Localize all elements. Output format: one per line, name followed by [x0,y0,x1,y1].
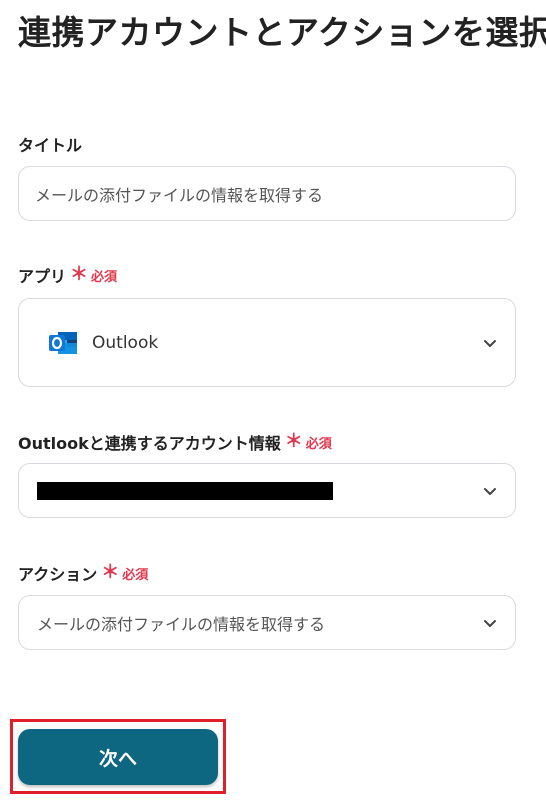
title-input-container[interactable] [18,166,516,221]
action-select[interactable]: メールの添付ファイルの情報を取得する [18,595,516,650]
chevron-down-icon[interactable] [483,616,497,630]
action-label-text: アクション [18,565,98,584]
next-button[interactable]: 次へ [18,729,218,785]
page-title: 連携アカウントとアクションを選択 [18,13,546,52]
required-text: 必須 [122,567,149,583]
title-label-text: タイトル [18,136,83,155]
required-asterisk: ＊ [101,562,120,583]
required-text: 必須 [91,269,118,285]
app-label-text: アプリ [18,267,67,286]
account-field-label: Outlookと連携するアカウント情報 ＊ 必須 [18,430,332,454]
chevron-down-icon[interactable] [483,336,497,350]
app-name: Outlook [92,332,159,353]
app-field-label: アプリ ＊ 必須 [18,263,117,287]
account-label-text: Outlookと連携するアカウント情報 [18,434,281,453]
chevron-down-icon[interactable] [483,484,497,498]
required-asterisk: ＊ [70,264,89,285]
action-field-label: アクション ＊ 必須 [18,561,148,585]
action-selected-value: メールの添付ファイルの情報を取得する [37,614,326,634]
title-input[interactable] [19,184,515,203]
title-field-label: タイトル [18,132,82,156]
account-select[interactable] [18,463,516,518]
required-badge: ＊ 必須 [70,266,117,285]
required-badge: ＊ 必須 [101,564,148,583]
redacted-account-value [37,482,333,500]
required-badge: ＊ 必須 [285,433,332,452]
required-text: 必須 [305,436,332,452]
outlook-icon [49,331,77,354]
required-asterisk: ＊ [284,431,303,452]
app-select[interactable]: Outlook [18,298,516,387]
